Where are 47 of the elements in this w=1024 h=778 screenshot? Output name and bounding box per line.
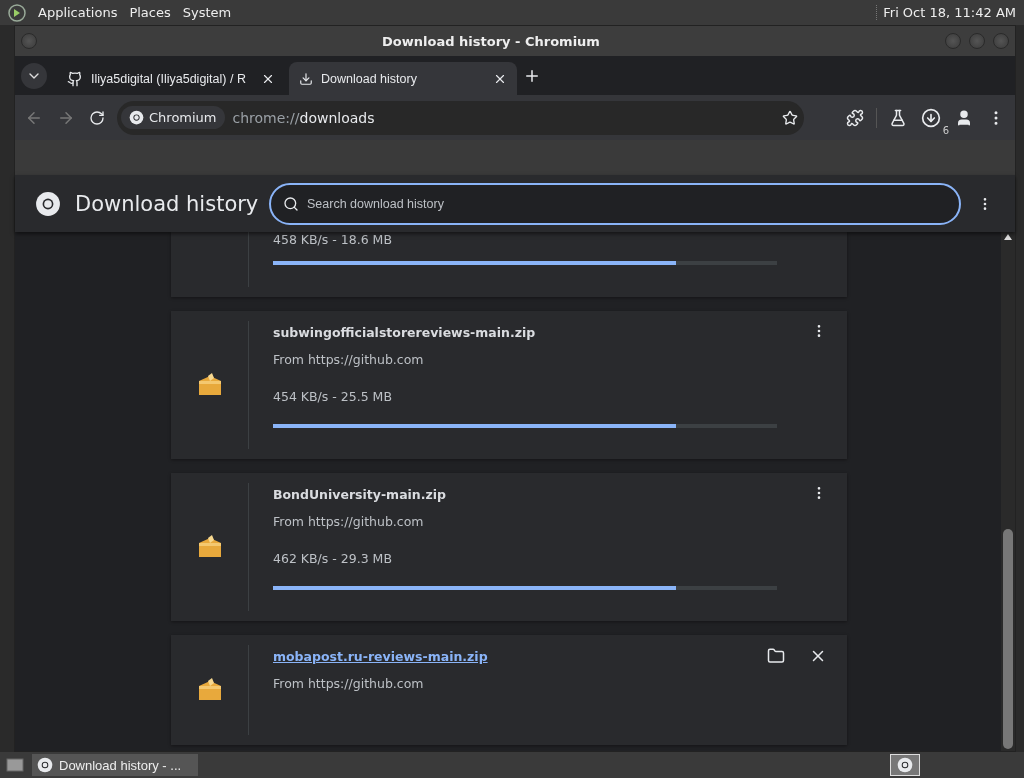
window-title: Download history - Chromium xyxy=(381,33,601,49)
profile-icon[interactable] xyxy=(955,108,973,127)
file-link[interactable]: mobapost.ru-reviews-main.zip xyxy=(273,649,488,664)
panel-menu[interactable]: Applications xyxy=(38,5,118,20)
scroll-thumb[interactable] xyxy=(1003,529,1013,749)
clock: Fri Oct 18, 11:42 AM xyxy=(876,5,1016,20)
package-icon xyxy=(196,677,223,703)
menu-logo-icon[interactable] xyxy=(8,3,26,22)
download-status: 454 KB/s - 25.5 MB xyxy=(273,389,393,404)
download-status: 462 KB/s - 29.3 MB xyxy=(273,551,393,566)
folder-icon[interactable] xyxy=(767,647,785,665)
package-icon xyxy=(196,372,223,398)
show-desktop-icon[interactable] xyxy=(6,757,24,773)
file-name: subwingofficialstorereviews-main.zip xyxy=(273,325,536,340)
search-icon xyxy=(283,195,299,212)
download-icon[interactable] xyxy=(921,107,941,128)
new-tab-icon[interactable] xyxy=(523,67,541,85)
download-source: From https://github.com xyxy=(273,676,425,691)
star-icon[interactable] xyxy=(782,109,798,126)
scroll-up-icon[interactable] xyxy=(1004,234,1012,240)
download-status: 458 KB/s - 18.6 MB xyxy=(273,232,393,247)
tab-search-button[interactable] xyxy=(21,63,47,89)
download-icon xyxy=(299,71,313,86)
browser-tab[interactable]: Download history xyxy=(289,62,517,95)
chromium-logo-icon xyxy=(35,190,61,217)
github-icon xyxy=(67,70,83,87)
chromium-icon xyxy=(37,757,53,773)
address-bar[interactable]: Chromium chrome://downloads xyxy=(117,100,804,135)
panel-menu[interactable]: Places xyxy=(129,5,171,20)
download-source: From https://github.com xyxy=(273,352,425,367)
file-name: BondUniversity-main.zip xyxy=(273,487,447,502)
browser-tab[interactable]: Iliya5digital (Iliya5digital) / R xyxy=(57,62,285,95)
reload-icon[interactable] xyxy=(89,109,105,126)
flask-icon[interactable] xyxy=(889,108,907,127)
taskbar-button[interactable]: Download history - ... xyxy=(32,754,198,776)
tray-chromium-button[interactable] xyxy=(890,754,920,776)
panel-menu[interactable]: System xyxy=(182,5,232,20)
puzzle-icon[interactable] xyxy=(846,108,864,127)
chromium-icon xyxy=(129,110,144,125)
url-text: chrome://downloads xyxy=(232,109,376,126)
download-count: 6 xyxy=(942,124,949,136)
search-field[interactable]: Search download history xyxy=(269,182,961,225)
package-icon xyxy=(196,534,223,560)
scrollbar[interactable] xyxy=(1001,232,1015,751)
chromium-icon xyxy=(897,757,913,773)
site-chip[interactable]: Chromium xyxy=(121,106,225,129)
download-source: From https://github.com xyxy=(273,514,425,529)
